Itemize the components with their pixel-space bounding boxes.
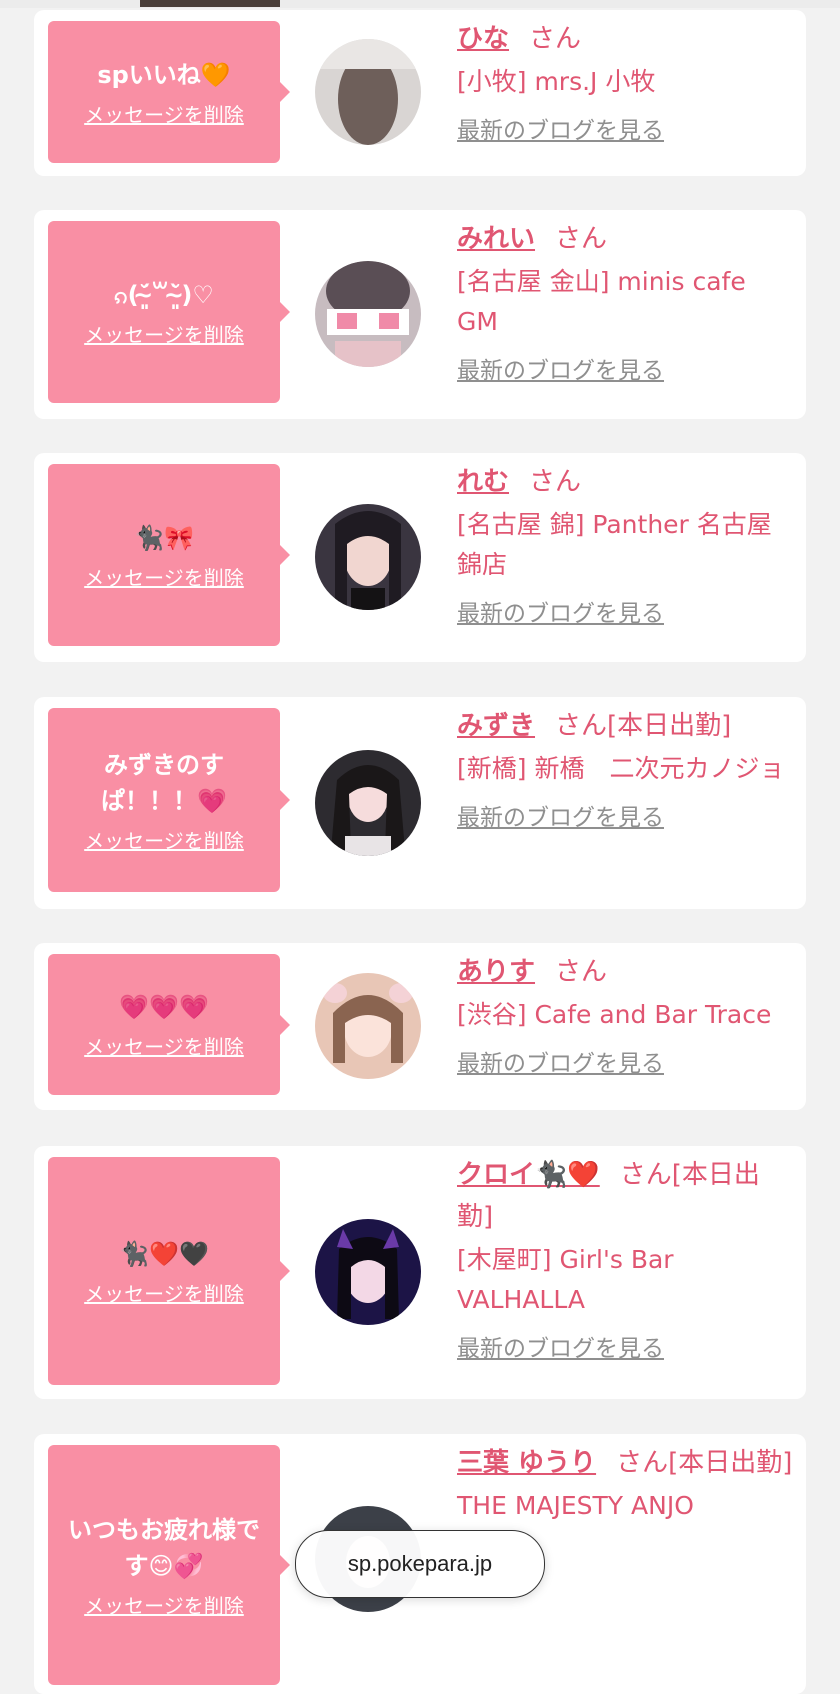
honorific: さん bbox=[529, 24, 582, 54]
avatar[interactable] bbox=[315, 39, 421, 145]
latest-blog-link[interactable]: 最新のブログを見る bbox=[457, 1332, 664, 1366]
message-card: ၵ(˘̴͈́꒳˘̴͈̀)♡ メッセージを削除 みれい さん [名古屋 金山] mi… bbox=[34, 210, 806, 419]
honorific: さん bbox=[555, 957, 608, 987]
avatar[interactable] bbox=[315, 504, 421, 610]
store-name: [名古屋 錦] Panther 名古屋錦店 bbox=[457, 510, 772, 579]
delete-message-link[interactable]: メッセージを削除 bbox=[84, 1278, 244, 1307]
message-text: 💗💗💗 bbox=[119, 993, 209, 1021]
message-card: 💗💗💗 メッセージを削除 ありす さん [渋谷] Cafe and Bar Tra… bbox=[34, 943, 806, 1110]
delete-message-link[interactable]: メッセージを削除 bbox=[84, 1031, 244, 1060]
girl-name-link[interactable]: れむ bbox=[457, 467, 509, 497]
store-name: THE MAJESTY ANJO bbox=[457, 1491, 694, 1520]
honorific: さん bbox=[529, 467, 582, 497]
message-text: 🐈‍⬛❤️🖤 bbox=[119, 1239, 209, 1268]
latest-blog-link[interactable]: 最新のブログを見る bbox=[457, 354, 664, 388]
message-text: ၵ(˘̴͈́꒳˘̴͈̀)♡ bbox=[114, 280, 214, 309]
profile-info: 三葉 ゆうり さん[本日出勤] THE MAJESTY ANJO bbox=[457, 1442, 794, 1526]
browser-url-bar[interactable]: sp.pokepara.jp bbox=[295, 1530, 545, 1598]
store-name: [新橋] 新橋 二次元カノジョ bbox=[457, 754, 785, 783]
latest-blog-link[interactable]: 最新のブログを見る bbox=[457, 114, 664, 148]
message-card: 🐈‍⬛🎀 メッセージを削除 れむ さん [名古屋 錦] Panther 名古屋錦店… bbox=[34, 453, 806, 662]
profile-info: ありす さん [渋谷] Cafe and Bar Trace 最新のブログを見る bbox=[457, 951, 794, 1081]
avatar[interactable] bbox=[315, 1219, 421, 1325]
honorific: さん bbox=[616, 1448, 669, 1478]
avatar[interactable] bbox=[315, 973, 421, 1079]
message-bubble: 🐈‍⬛🎀 メッセージを削除 bbox=[48, 464, 290, 646]
latest-blog-link[interactable]: 最新のブログを見る bbox=[457, 1047, 664, 1081]
message-bubble: いつもお疲れ様です😊💞 メッセージを削除 bbox=[48, 1445, 290, 1685]
attendance-status: [本日出勤] bbox=[668, 1448, 793, 1478]
girl-name-link[interactable]: ありす bbox=[457, 957, 535, 987]
message-text: いつもお疲れ様です😊💞 bbox=[68, 1515, 260, 1580]
store-name: [名古屋 金山] minis cafe GM bbox=[457, 267, 746, 336]
profile-info: れむ さん [名古屋 錦] Panther 名古屋錦店 最新のブログを見る bbox=[457, 461, 794, 631]
girl-name-link[interactable]: みずき bbox=[457, 711, 535, 741]
message-card: spいいね🧡 メッセージを削除 ひな さん [小牧] mrs.J 小牧 最新のブロ… bbox=[34, 10, 806, 176]
honorific: さん bbox=[555, 711, 608, 741]
profile-info: みれい さん [名古屋 金山] minis cafe GM 最新のブログを見る bbox=[457, 218, 794, 388]
message-text: みずきのすぱ！！！💗 bbox=[101, 750, 227, 815]
profile-info: クロイ🐈‍⬛❤️ さん[本日出勤] [木屋町] Girl's Bar VALHAL… bbox=[457, 1154, 794, 1366]
message-bubble: みずきのすぱ！！！💗 メッセージを削除 bbox=[48, 708, 290, 892]
store-name: [小牧] mrs.J 小牧 bbox=[457, 67, 656, 96]
delete-message-link[interactable]: メッセージを削除 bbox=[84, 99, 244, 128]
message-card: みずきのすぱ！！！💗 メッセージを削除 みずき さん[本日出勤] [新橋] 新橋 … bbox=[34, 697, 806, 909]
message-bubble: ၵ(˘̴͈́꒳˘̴͈̀)♡ メッセージを削除 bbox=[48, 221, 290, 403]
avatar[interactable] bbox=[315, 750, 421, 856]
message-card: 🐈‍⬛❤️🖤 メッセージを削除 クロイ🐈‍⬛❤️ さん[本日出勤] [木屋町] G… bbox=[34, 1146, 806, 1399]
delete-message-link[interactable]: メッセージを削除 bbox=[84, 562, 244, 591]
store-name: [渋谷] Cafe and Bar Trace bbox=[457, 1000, 772, 1029]
active-tab-indicator bbox=[140, 0, 280, 7]
message-text: spいいね🧡 bbox=[97, 60, 231, 89]
latest-blog-link[interactable]: 最新のブログを見る bbox=[457, 801, 664, 835]
delete-message-link[interactable]: メッセージを削除 bbox=[84, 319, 244, 348]
honorific: さん bbox=[619, 1160, 672, 1190]
message-text: 🐈‍⬛🎀 bbox=[134, 523, 194, 552]
delete-message-link[interactable]: メッセージを削除 bbox=[84, 1590, 244, 1619]
girl-name-link[interactable]: ひな bbox=[457, 24, 509, 54]
profile-info: みずき さん[本日出勤] [新橋] 新橋 二次元カノジョ 最新のブログを見る bbox=[457, 705, 794, 835]
attendance-status: [本日出勤] bbox=[607, 711, 732, 741]
top-nav-bar bbox=[0, 0, 840, 8]
girl-name-link[interactable]: みれい bbox=[457, 224, 535, 254]
message-bubble: spいいね🧡 メッセージを削除 bbox=[48, 21, 290, 163]
message-bubble: 💗💗💗 メッセージを削除 bbox=[48, 954, 290, 1095]
profile-info: ひな さん [小牧] mrs.J 小牧 最新のブログを見る bbox=[457, 18, 794, 148]
store-name: [木屋町] Girl's Bar VALHALLA bbox=[457, 1245, 674, 1314]
latest-blog-link[interactable]: 最新のブログを見る bbox=[457, 597, 664, 631]
avatar[interactable] bbox=[315, 261, 421, 367]
girl-name-link[interactable]: クロイ🐈‍⬛❤️ bbox=[457, 1160, 600, 1190]
message-bubble: 🐈‍⬛❤️🖤 メッセージを削除 bbox=[48, 1157, 290, 1385]
girl-name-link[interactable]: 三葉 ゆうり bbox=[457, 1448, 596, 1478]
honorific: さん bbox=[555, 224, 608, 254]
delete-message-link[interactable]: メッセージを削除 bbox=[84, 825, 244, 854]
